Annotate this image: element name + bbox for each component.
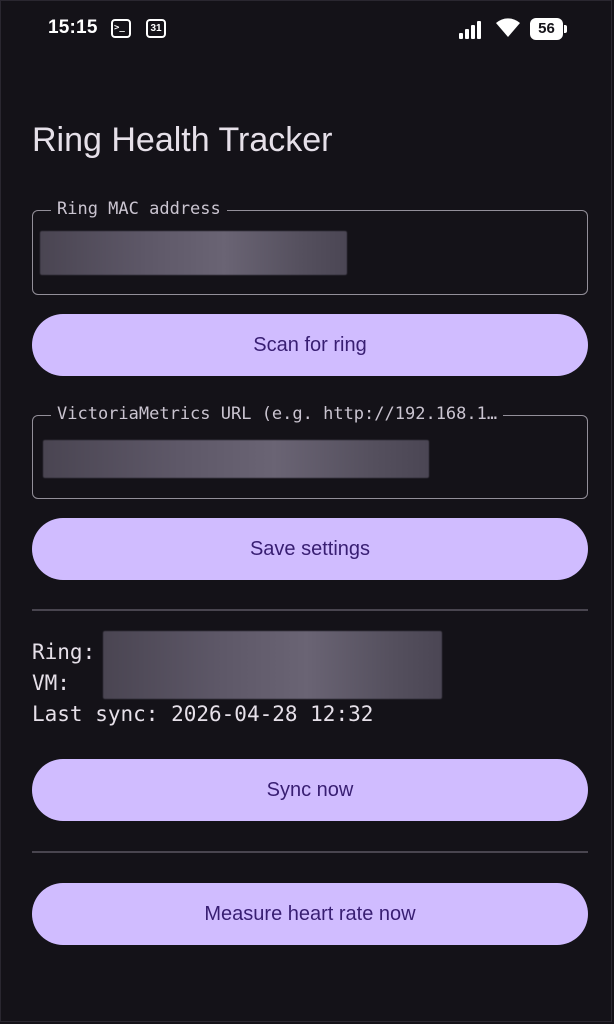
last-sync-label: Last sync: xyxy=(32,702,159,726)
vm-status-label: VM: xyxy=(32,671,70,695)
app-screen: 15:15 31 56 Ring Health Tracker Ring MAC… xyxy=(0,0,612,1022)
status-time: 15:15 xyxy=(48,17,98,38)
divider xyxy=(32,609,588,611)
save-settings-button[interactable]: Save settings xyxy=(32,518,588,580)
vm-url-field[interactable]: VictoriaMetrics URL (e.g. http://192.168… xyxy=(32,404,588,499)
status-redacted-value xyxy=(103,631,442,699)
ring-status-label: Ring: xyxy=(32,640,96,664)
terminal-icon xyxy=(111,19,131,38)
vm-url-field-label: VictoriaMetrics URL (e.g. http://192.168… xyxy=(51,404,504,424)
app-title: Ring Health Tracker xyxy=(32,121,333,159)
ring-mac-redacted-value xyxy=(40,231,347,275)
sync-now-button[interactable]: Sync now xyxy=(32,759,588,821)
signal-icon xyxy=(459,19,487,39)
ring-mac-field[interactable]: Ring MAC address xyxy=(32,199,588,295)
battery-level: 56 xyxy=(530,18,563,40)
measure-heart-rate-button[interactable]: Measure heart rate now xyxy=(32,883,588,945)
last-sync-value: 2026-04-28 12:32 xyxy=(171,702,374,726)
divider xyxy=(32,851,588,853)
wifi-icon xyxy=(496,18,520,37)
vm-url-redacted-value xyxy=(43,440,429,478)
battery-icon: 56 xyxy=(530,18,567,40)
calendar-icon: 31 xyxy=(146,19,166,38)
ring-mac-field-label: Ring MAC address xyxy=(51,199,227,219)
last-sync-line: Last sync: 2026-04-28 12:32 xyxy=(32,699,373,730)
status-bar: 15:15 31 56 xyxy=(1,1,614,57)
scan-for-ring-button[interactable]: Scan for ring xyxy=(32,314,588,376)
